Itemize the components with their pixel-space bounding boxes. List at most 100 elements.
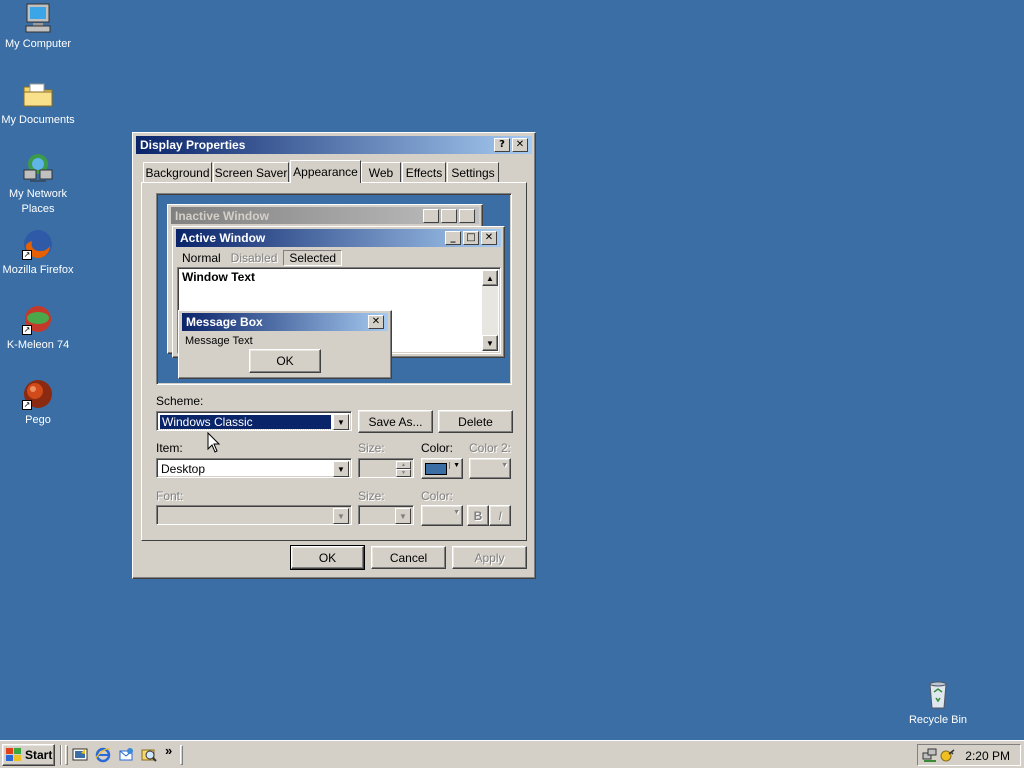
folder-icon xyxy=(22,78,54,110)
close-icon: ✕ xyxy=(368,315,384,329)
scheme-label: Scheme: xyxy=(156,394,204,408)
chevron-down-icon: ▼ xyxy=(395,508,411,524)
clock[interactable]: 2:20 PM xyxy=(965,749,1010,763)
font-select: ▼ xyxy=(156,505,352,525)
chevron-down-icon: ▼ xyxy=(449,462,460,469)
tab-label: Effects xyxy=(405,165,443,180)
preview-menu-selected: Selected xyxy=(283,249,343,266)
spin-down-icon: ▼ xyxy=(396,469,411,477)
ok-button[interactable]: OK xyxy=(290,545,365,570)
ie-icon[interactable] xyxy=(95,747,111,763)
outlook-icon[interactable] xyxy=(118,747,134,763)
search-icon[interactable] xyxy=(141,747,157,763)
chevron-down-icon: ▼ xyxy=(453,509,460,516)
desktop-icon-label: My Network Places xyxy=(8,188,68,215)
item-size-spinner: ▲ ▼ xyxy=(358,458,414,478)
cancel-button[interactable]: Cancel xyxy=(371,546,446,569)
mouse-cursor-icon xyxy=(207,432,220,453)
maximize-icon: □ xyxy=(463,231,479,245)
apply-button: Apply xyxy=(452,546,527,569)
save-as-label: Save As... xyxy=(368,414,423,429)
preview-window-text: Window Text xyxy=(182,270,255,284)
kmeleon-icon: ↗ xyxy=(22,303,54,335)
tab-appearance[interactable]: Appearance xyxy=(290,160,361,183)
font-color-button: ▼ xyxy=(421,505,463,526)
quicklaunch-handle[interactable] xyxy=(65,745,68,765)
item-value: Desktop xyxy=(161,462,206,476)
preview-message-box: Message Box ✕ Message Text OK xyxy=(178,310,392,379)
close-icon: ✕ xyxy=(459,208,475,223)
desktop-icon-label: Recycle Bin xyxy=(908,714,968,726)
chevron-down-icon: ▼ xyxy=(333,508,349,524)
desktop-icon-recycle-bin[interactable]: Recycle Bin xyxy=(900,678,976,727)
chevron-down-icon[interactable]: ▼ xyxy=(333,461,349,477)
system-tray: 2:20 PM xyxy=(917,744,1021,766)
preview-menu-bar: Normal Disabled Selected xyxy=(177,249,343,266)
color-swatch xyxy=(425,462,447,475)
tab-label: Settings xyxy=(451,165,495,180)
network-tray-icon[interactable] xyxy=(922,747,938,766)
item-select[interactable]: Desktop ▼ xyxy=(156,458,352,478)
tab-label: Appearance xyxy=(293,165,358,179)
windows-logo-icon xyxy=(6,748,21,761)
preview-msgbox-text: Message Text xyxy=(185,335,253,347)
minimize-icon: _ xyxy=(445,231,461,245)
preview-menu-disabled: Disabled xyxy=(230,250,278,265)
taskbar-separator xyxy=(60,745,62,765)
window-titlebar[interactable]: Display Properties ? ✕ xyxy=(136,136,532,154)
item-color2-button: ▼ xyxy=(469,458,511,479)
pego-icon: ↗ xyxy=(22,378,54,410)
desktop-icon-kmeleon[interactable]: ↗ K-Meleon 74 xyxy=(0,303,76,352)
preview-menu-normal: Normal xyxy=(182,250,221,265)
security-tray-icon[interactable] xyxy=(940,747,956,766)
desktop-icon-firefox[interactable]: ↗ Mozilla Firefox xyxy=(0,228,76,277)
close-button[interactable]: ✕ xyxy=(512,138,528,152)
tab-label: Background xyxy=(145,165,210,180)
item-size-label: Size: xyxy=(358,441,385,455)
preview-active-title: Active Window xyxy=(180,231,266,245)
quicklaunch-chevron-icon[interactable]: » xyxy=(165,743,172,758)
desktop-icon-pego[interactable]: ↗ Pego xyxy=(0,378,76,427)
help-button[interactable]: ? xyxy=(494,138,510,152)
network-icon xyxy=(22,152,54,184)
item-color-button[interactable]: ▼ xyxy=(421,458,463,479)
tab-label: Screen Saver xyxy=(214,165,288,180)
chevron-down-icon: ▼ xyxy=(501,462,508,469)
close-icon: ✕ xyxy=(481,231,497,245)
scheme-value: Windows Classic xyxy=(159,414,332,430)
font-italic-button: I xyxy=(489,505,511,526)
delete-label: Delete xyxy=(458,414,493,429)
tab-web[interactable]: Web xyxy=(361,162,401,182)
tab-effects[interactable]: Effects xyxy=(402,162,446,182)
tab-settings[interactable]: Settings xyxy=(447,162,499,182)
font-bold-button: B xyxy=(467,505,489,526)
save-as-button[interactable]: Save As... xyxy=(358,410,433,433)
taskbar-handle[interactable] xyxy=(180,745,183,765)
scheme-select[interactable]: Windows Classic ▼ xyxy=(156,411,352,431)
cancel-label: Cancel xyxy=(389,550,428,565)
item-color-label: Color: xyxy=(421,441,454,455)
desktop-icon-network-places[interactable]: My Network Places xyxy=(0,152,76,216)
desktop-icon-label: My Computer xyxy=(4,38,72,50)
font-size-select: ▼ xyxy=(358,505,414,525)
preview-scrollbar: ▲ ▼ xyxy=(482,270,498,351)
delete-button[interactable]: Delete xyxy=(438,410,513,433)
chevron-down-icon[interactable]: ▼ xyxy=(333,414,349,430)
window-title: Display Properties xyxy=(140,138,246,152)
minimize-icon: _ xyxy=(423,208,439,223)
desktop-icon-my-computer[interactable]: My Computer xyxy=(0,2,76,51)
recycle-bin-icon xyxy=(922,678,954,710)
start-button[interactable]: Start xyxy=(2,744,55,766)
desktop-icon-label: My Documents xyxy=(1,114,75,126)
desktop-icon-my-documents[interactable]: My Documents xyxy=(0,78,76,127)
item-color2-label: Color 2: xyxy=(469,441,512,455)
spin-up-icon: ▲ xyxy=(396,461,411,469)
scroll-up-icon: ▲ xyxy=(482,270,498,286)
tab-screen-saver[interactable]: Screen Saver xyxy=(213,162,289,182)
maximize-icon: □ xyxy=(441,208,457,223)
scroll-down-icon: ▼ xyxy=(482,335,498,351)
tab-background[interactable]: Background xyxy=(143,162,212,182)
show-desktop-icon[interactable] xyxy=(72,747,88,763)
start-label: Start xyxy=(25,748,53,762)
desktop-icon-label: Mozilla Firefox xyxy=(2,264,74,276)
